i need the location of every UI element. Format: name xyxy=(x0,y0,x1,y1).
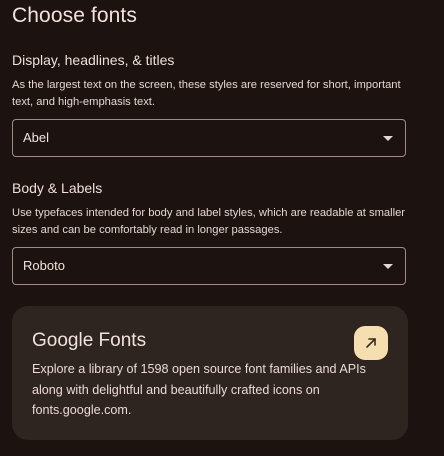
display-font-select[interactable]: Abel xyxy=(12,119,406,157)
dropdown-arrow-icon xyxy=(383,136,393,141)
display-section-title: Display, headlines, & titles xyxy=(12,52,175,68)
dropdown-arrow-icon xyxy=(383,264,393,269)
page-title: Choose fonts xyxy=(12,4,137,27)
font-chooser-panel: Choose fonts Display, headlines, & title… xyxy=(0,0,444,456)
display-font-value: Abel xyxy=(23,130,50,145)
body-font-select[interactable]: Roboto xyxy=(12,247,406,285)
open-in-new-icon xyxy=(366,338,376,348)
open-google-fonts-button[interactable] xyxy=(354,326,388,360)
body-section-title: Body & Labels xyxy=(12,180,103,196)
body-section-description: Use typefaces intended for body and labe… xyxy=(12,207,406,236)
display-section-description: As the largest text on the screen, these… xyxy=(12,79,401,108)
body-font-value: Roboto xyxy=(23,258,65,273)
card-title: Google Fonts xyxy=(32,330,147,351)
card-description: Explore a library of 1598 open source fo… xyxy=(32,362,366,417)
google-fonts-card[interactable]: Google Fonts Explore a library of 1598 o… xyxy=(12,306,408,440)
